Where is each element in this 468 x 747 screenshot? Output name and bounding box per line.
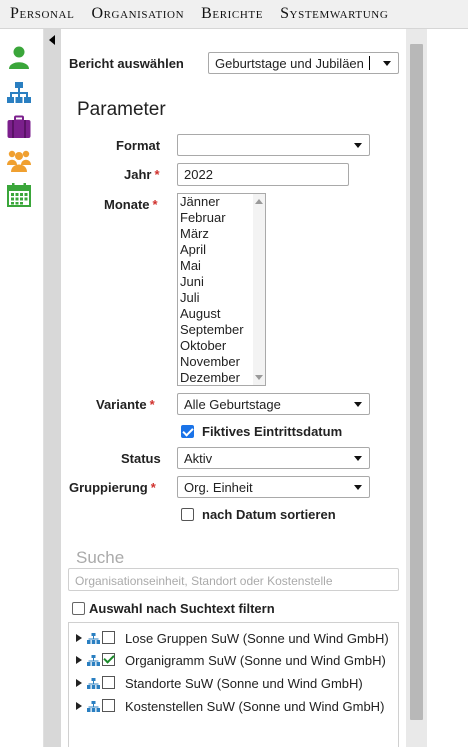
fiktives-eintrittsdatum-checkbox[interactable] <box>181 425 194 438</box>
org-chart-icon <box>87 678 100 689</box>
report-label: Bericht auswählen <box>69 56 184 71</box>
month-option[interactable]: Oktober <box>178 338 265 354</box>
tree-label[interactable]: Lose Gruppen SuW (Sonne und Wind GmbH) <box>125 631 389 646</box>
scroll-down-icon[interactable] <box>255 375 263 380</box>
org-chart-icon <box>87 633 100 644</box>
jahr-label-text: Jahr <box>124 167 152 182</box>
chevron-down-icon <box>354 485 362 490</box>
gruppierung-select[interactable]: Org. Einheit <box>177 476 370 498</box>
tree-label[interactable]: Organigramm SuW (Sonne und Wind GmbH) <box>125 653 386 668</box>
tree-row: Lose Gruppen SuW (Sonne und Wind GmbH) <box>69 629 400 649</box>
status-select[interactable]: Aktiv <box>177 447 370 469</box>
menu-berichte[interactable]: Berichte <box>201 5 263 23</box>
month-option[interactable]: April <box>178 242 265 258</box>
tree-label[interactable]: Standorte SuW (Sonne und Wind GmbH) <box>125 676 363 691</box>
collapse-arrow-icon[interactable] <box>49 35 55 45</box>
jahr-input[interactable]: 2022 <box>177 163 349 186</box>
required-marker: * <box>149 397 155 412</box>
month-option[interactable]: Februar <box>178 210 265 226</box>
parameter-heading: Parameter <box>77 99 166 120</box>
status-label: Status <box>121 451 161 466</box>
chevron-down-icon <box>354 456 362 461</box>
search-input[interactable]: Organisationseinheit, Standort oder Kost… <box>68 568 399 591</box>
menu-organisation[interactable]: Organisation <box>91 5 184 23</box>
jahr-label: Jahr * <box>124 167 160 182</box>
tree-checkbox[interactable] <box>102 631 115 644</box>
person-icon[interactable] <box>7 45 31 69</box>
collapse-strip <box>44 29 61 747</box>
monate-label-text: Monate <box>104 197 150 212</box>
group-icon[interactable] <box>7 148 31 172</box>
menu-personal[interactable]: Personal <box>10 5 74 23</box>
org-chart-icon <box>87 655 100 666</box>
months-listbox[interactable]: Jänner Februar März April Mai Juni Juli … <box>177 193 266 386</box>
report-select[interactable]: Geburtstage und Jubiläen <box>208 52 399 74</box>
required-marker: * <box>154 167 160 182</box>
filter-by-search-checkbox[interactable] <box>72 602 85 615</box>
chevron-down-icon <box>383 61 391 66</box>
scrollbar-thumb[interactable] <box>410 44 423 720</box>
report-select-value: Geburtstage und Jubiläen <box>215 56 364 71</box>
tree-row: Kostenstellen SuW (Sonne und Wind GmbH) <box>69 697 400 717</box>
required-marker: * <box>152 197 158 212</box>
nav-icon-column <box>0 29 44 747</box>
month-option[interactable]: Juli <box>178 290 265 306</box>
month-option[interactable]: Mai <box>178 258 265 274</box>
variante-select-value: Alle Geburtstage <box>184 397 281 412</box>
gruppierung-label: Gruppierung * <box>69 480 156 495</box>
tree-checkbox[interactable] <box>102 676 115 689</box>
expand-arrow-icon[interactable] <box>76 634 82 642</box>
variante-label: Variante * <box>96 397 155 412</box>
tree-row: Organigramm SuW (Sonne und Wind GmbH) <box>69 651 400 671</box>
tree-checkbox[interactable] <box>102 653 115 666</box>
monate-label: Monate * <box>104 197 158 212</box>
scroll-up-icon[interactable] <box>255 199 263 204</box>
fiktives-eintrittsdatum-label: Fiktives Eintrittsdatum <box>202 424 343 439</box>
listbox-scrollbar[interactable] <box>253 194 265 385</box>
chevron-down-icon <box>354 402 362 407</box>
menu-systemwartung[interactable]: Systemwartung <box>280 5 388 23</box>
text-cursor <box>368 56 370 70</box>
top-menu-bar: Personal Organisation Berichte Systemwar… <box>0 0 468 29</box>
month-option[interactable]: Juni <box>178 274 265 290</box>
org-chart-icon <box>87 701 100 712</box>
tree-checkbox[interactable] <box>102 699 115 712</box>
org-tree: Lose Gruppen SuW (Sonne und Wind GmbH) O… <box>68 622 399 747</box>
month-option[interactable]: Jänner <box>178 194 265 210</box>
format-label: Format <box>116 138 161 153</box>
tree-row: Standorte SuW (Sonne und Wind GmbH) <box>69 674 400 694</box>
month-option[interactable]: März <box>178 226 265 242</box>
calendar-icon[interactable] <box>7 183 31 207</box>
month-option[interactable]: September <box>178 322 265 338</box>
required-marker: * <box>150 480 156 495</box>
month-option[interactable]: November <box>178 354 265 370</box>
briefcase-icon[interactable] <box>7 115 31 139</box>
expand-arrow-icon[interactable] <box>76 679 82 687</box>
right-margin <box>427 29 468 747</box>
expand-arrow-icon[interactable] <box>76 656 82 664</box>
chevron-down-icon <box>354 143 362 148</box>
variante-label-text: Variante <box>96 397 147 412</box>
variante-select[interactable]: Alle Geburtstage <box>177 393 370 415</box>
nach-datum-sortieren-checkbox[interactable] <box>181 508 194 521</box>
gruppierung-label-text: Gruppierung <box>69 480 148 495</box>
expand-arrow-icon[interactable] <box>76 702 82 710</box>
format-select[interactable] <box>177 134 370 156</box>
org-chart-icon[interactable] <box>7 81 31 105</box>
search-heading: Suche <box>76 548 125 567</box>
gruppierung-select-value: Org. Einheit <box>184 480 253 495</box>
month-option[interactable]: Dezember <box>178 370 265 385</box>
tree-label[interactable]: Kostenstellen SuW (Sonne und Wind GmbH) <box>125 699 384 714</box>
status-select-value: Aktiv <box>184 451 213 466</box>
filter-by-search-label: Auswahl nach Suchtext filtern <box>89 601 275 616</box>
nach-datum-sortieren-label: nach Datum sortieren <box>202 507 336 522</box>
month-option[interactable]: August <box>178 306 265 322</box>
